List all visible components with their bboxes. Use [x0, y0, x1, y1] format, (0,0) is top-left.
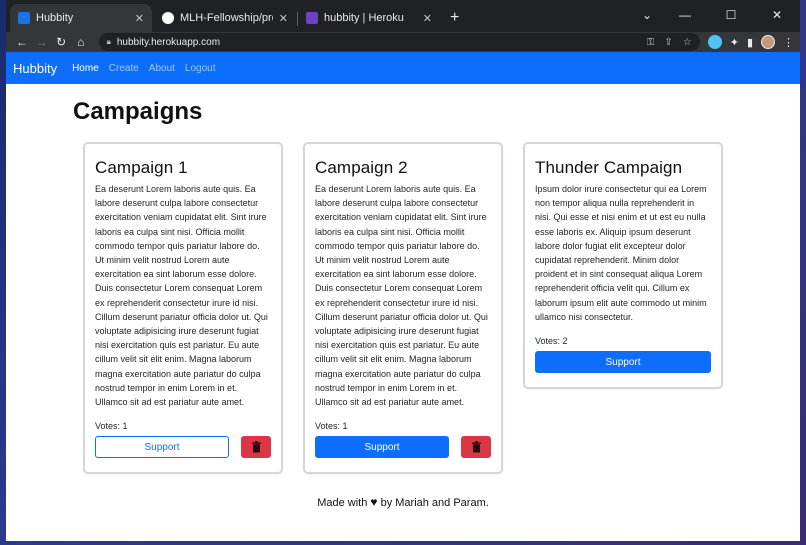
vote-count: Votes: 2 [535, 336, 568, 347]
footer-prefix: Made with [317, 497, 368, 509]
nav-about[interactable]: About [149, 63, 175, 74]
heroku-favicon-icon [306, 12, 318, 24]
campaign-card: Campaign 1 Ea deserunt Lorem laboris aut… [83, 142, 283, 475]
nav-logout[interactable]: Logout [185, 63, 216, 74]
address-bar[interactable]: 🔒︎ hubbity.herokuapp.com ⚿ ⇪ ☆ [98, 33, 700, 51]
campaign-description: Ea deserunt Lorem laboris aute quis. Ea … [95, 184, 268, 408]
hubbity-favicon-icon [18, 12, 30, 24]
close-icon[interactable]: ✕ [423, 12, 432, 25]
reload-icon[interactable]: ↻ [51, 35, 71, 49]
delete-button[interactable] [241, 436, 271, 459]
brand-link[interactable]: Hubbity [13, 61, 57, 76]
footer-suffix: by Mariah and Param. [380, 497, 489, 509]
url-text: hubbity.herokuapp.com [116, 36, 221, 48]
page-title: Campaigns [73, 98, 203, 125]
close-icon[interactable]: ✕ [135, 12, 144, 25]
kebab-menu-icon[interactable]: ⋮ [783, 36, 794, 49]
card-actions: Support [315, 436, 491, 459]
vote-count: Votes: 1 [95, 421, 128, 432]
key-icon[interactable]: ⚿ [647, 37, 655, 48]
browser-toolbar: ← → ↻ ⌂ 🔒︎ hubbity.herokuapp.com ⚿ ⇪ ☆ ✦… [6, 32, 800, 52]
campaign-title: Campaign 1 [95, 158, 188, 177]
window-controls: ⌄ — ☐ ✕ [632, 0, 800, 30]
card-actions: Support [95, 436, 271, 459]
minimize-icon[interactable]: — [662, 0, 708, 30]
site-navbar: Hubbity Home Create About Logout [6, 52, 800, 84]
support-button[interactable]: Support [535, 351, 711, 374]
tab-hubbity[interactable]: Hubbity ✕ [10, 4, 152, 32]
extensions-puzzle-icon[interactable]: ✦ [730, 36, 739, 49]
support-button[interactable]: Support [95, 436, 229, 459]
delete-button[interactable] [461, 436, 491, 459]
new-tab-button[interactable]: + [442, 4, 467, 32]
support-button[interactable]: Support [315, 436, 449, 459]
forward-icon[interactable]: → [32, 35, 52, 49]
campaign-card: Thunder Campaign Ipsum dolor irure conse… [523, 142, 723, 390]
extension-icon[interactable] [707, 35, 722, 49]
side-panel-icon[interactable]: ▮ [747, 36, 753, 49]
share-icon[interactable]: ⇪ [664, 37, 672, 48]
tab-heroku[interactable]: hubbity | Heroku ✕ [298, 4, 440, 32]
trash-icon [251, 441, 261, 453]
tab-title: MLH-Fellowship/project-hubbity [180, 12, 273, 24]
toolbar-right: ✦ ▮ ⋮ [707, 35, 794, 49]
home-icon[interactable]: ⌂ [71, 35, 91, 49]
nav-home[interactable]: Home [72, 63, 99, 74]
trash-icon [471, 441, 481, 453]
campaign-card: Campaign 2 Ea deserunt Lorem laboris aut… [303, 142, 503, 475]
star-icon[interactable]: ☆ [683, 37, 692, 48]
github-favicon-icon [162, 12, 174, 24]
tab-github[interactable]: MLH-Fellowship/project-hubbity ✕ [154, 4, 298, 32]
tab-strip: Hubbity ✕ MLH-Fellowship/project-hubbity… [6, 0, 800, 32]
campaign-description: Ipsum dolor irure consectetur qui ea Lor… [535, 184, 707, 322]
campaign-title: Campaign 2 [315, 158, 408, 177]
maximize-icon[interactable]: ☐ [708, 0, 754, 30]
vote-count: Votes: 1 [315, 421, 348, 432]
nav-create[interactable]: Create [109, 63, 139, 74]
back-icon[interactable]: ← [12, 35, 32, 49]
heart-icon: ♥ [370, 495, 378, 509]
lock-icon[interactable]: 🔒︎ [107, 37, 111, 47]
card-actions: Support [535, 351, 711, 374]
profile-avatar[interactable] [761, 35, 776, 49]
close-window-icon[interactable]: ✕ [754, 0, 800, 30]
tab-title: hubbity | Heroku [324, 12, 404, 24]
main-content: Campaigns Campaign 1 Ea deserunt Lorem l… [6, 84, 800, 541]
campaign-description: Ea deserunt Lorem laboris aute quis. Ea … [315, 184, 488, 408]
campaign-title: Thunder Campaign [535, 158, 683, 177]
browser-window: Hubbity ✕ MLH-Fellowship/project-hubbity… [6, 0, 800, 541]
tab-search-icon[interactable]: ⌄ [632, 0, 662, 30]
footer: Made with ♥ by Mariah and Param. [6, 495, 800, 509]
close-icon[interactable]: ✕ [279, 12, 288, 25]
tab-title: Hubbity [36, 12, 74, 24]
